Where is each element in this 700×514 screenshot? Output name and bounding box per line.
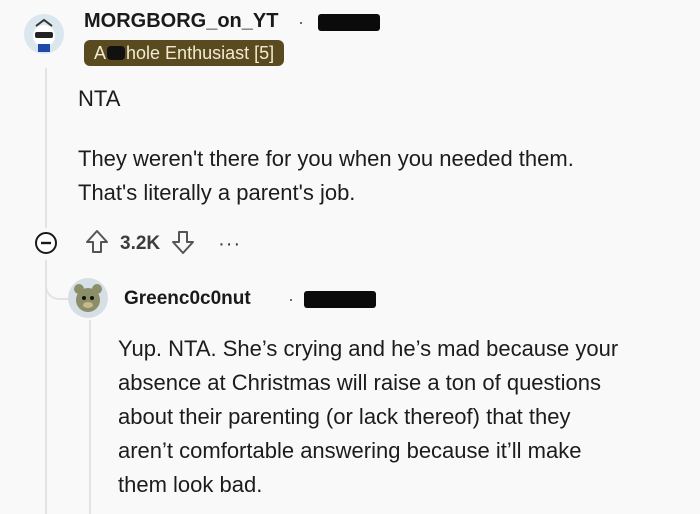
reply-username[interactable]: Greenc0c0nut — [124, 288, 251, 310]
reply-line: them look bad. — [118, 472, 263, 497]
username[interactable]: MORGBORG_on_YT — [84, 10, 278, 33]
vote-score: 3.2K — [120, 233, 161, 254]
collapse-button[interactable] — [34, 231, 58, 255]
thread-line-child[interactable] — [45, 260, 47, 514]
flair-redaction — [107, 45, 126, 60]
reply-avatar[interactable] — [68, 278, 108, 318]
avatar[interactable] — [24, 14, 64, 54]
collapse-icon — [35, 232, 57, 254]
reply-line: aren’t comfortable answering because it’… — [118, 438, 582, 463]
reply-line: absence at Christmas will raise a ton of… — [118, 370, 602, 395]
reply-line: Yup. NTA. She’s crying and he’s mad beca… — [118, 336, 619, 361]
separator-dot: · — [298, 12, 304, 32]
downvote-icon[interactable] — [170, 228, 196, 261]
flair-suffix: hole Enthusiast [5] — [126, 43, 275, 63]
reply-separator-dot: · — [288, 289, 294, 309]
comment-actions: 3.2K ··· — [84, 229, 241, 259]
thread-line-main[interactable] — [45, 68, 47, 228]
reply-redacted-timestamp — [304, 291, 376, 308]
more-options-icon[interactable]: ··· — [218, 233, 241, 256]
flair-prefix: A — [94, 43, 107, 63]
reply-line: about their parenting (or lack thereof) … — [118, 404, 571, 429]
comment-line: That's literally a parent's job. — [78, 180, 356, 205]
upvote-icon[interactable] — [84, 228, 110, 261]
thread-line-reply[interactable] — [89, 320, 91, 514]
comment-line: They weren't there for you when you need… — [78, 146, 574, 171]
comment-paragraph: NTA — [78, 86, 121, 111]
redacted-timestamp — [318, 14, 380, 31]
user-flair: Ahole Enthusiast [5] — [84, 40, 285, 66]
